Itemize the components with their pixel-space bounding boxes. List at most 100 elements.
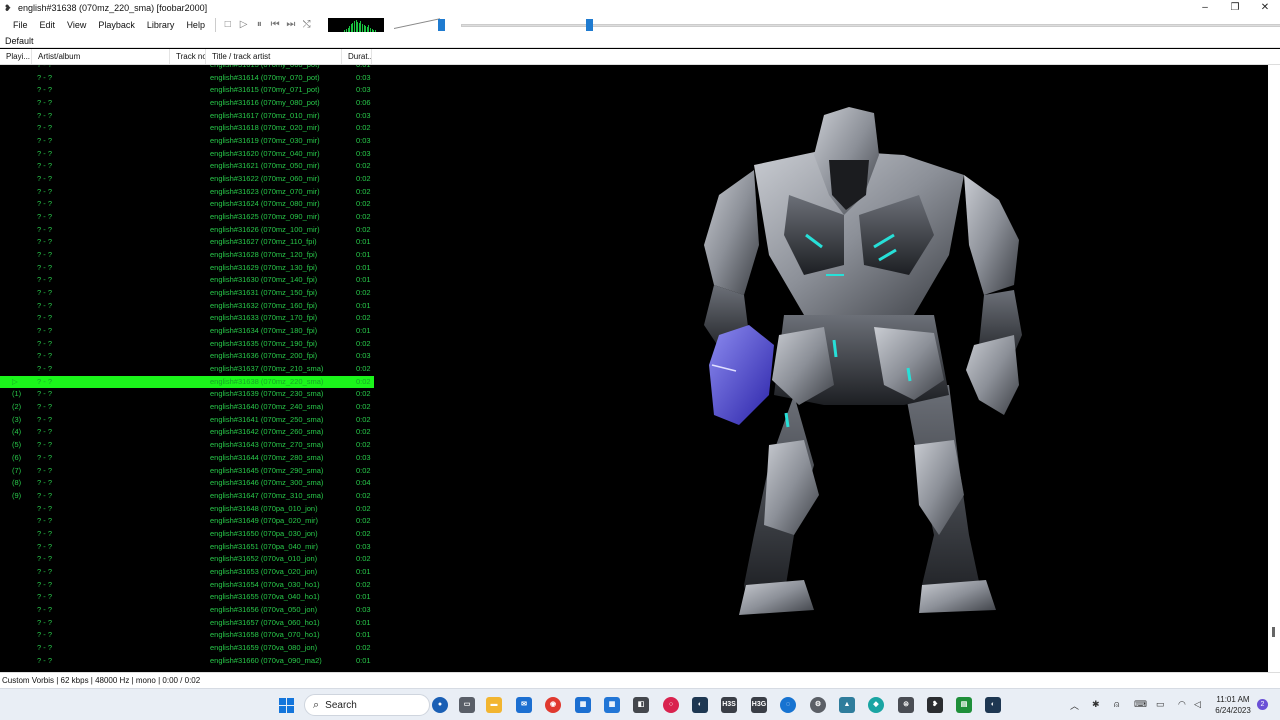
playlist-row-playing[interactable]: ▷ ? - ? english#31638 (070mz_220_sma) 0:02: [0, 375, 374, 389]
playlist-row[interactable]: ? - ? english#31658 (070va_070_ho1) 0:01: [0, 629, 374, 642]
playlist-row[interactable]: ? - ? english#31629 (070mz_130_fpi) 0:01: [0, 262, 374, 275]
random-icon[interactable]: ⤭: [300, 18, 314, 32]
app-icon-4[interactable]: ◆: [868, 697, 884, 713]
windows-start-icon[interactable]: [279, 698, 294, 713]
column-duration[interactable]: Durat...: [342, 49, 372, 64]
playlist-row[interactable]: (5) ? - ? english#31643 (070mz_270_sma) 0:0…: [0, 439, 374, 452]
playlist-row[interactable]: ? - ? english#31616 (070my_080_pot) 0:06: [0, 97, 374, 110]
playlist-row[interactable]: ? - ? english#31620 (070mz_040_mir) 0:03: [0, 148, 374, 161]
volume-thumb[interactable]: [438, 19, 446, 31]
seek-thumb[interactable]: [586, 19, 594, 31]
playlist-row[interactable]: (1) ? - ? english#31639 (070mz_230_sma) 0:0…: [0, 388, 374, 401]
playlist-row[interactable]: ? - ? english#31660 (070va_090_ma2) 0:01: [0, 655, 374, 668]
stop-icon[interactable]: □: [221, 18, 235, 32]
playlist-view[interactable]: ? - ?english#31613 (070my_060_pot)0:01? …: [0, 65, 374, 672]
playlist-row[interactable]: ? - ? english#31621 (070mz_050_mir) 0:02: [0, 160, 374, 173]
playlist-row[interactable]: (2) ? - ? english#31640 (070mz_240_sma) 0:0…: [0, 401, 374, 414]
app-icon-1[interactable]: ◧: [633, 697, 649, 713]
playlist-row[interactable]: ? - ? english#31635 (070mz_190_fpi) 0:02: [0, 338, 374, 351]
menu-view[interactable]: View: [61, 16, 92, 34]
tray-chevron-icon[interactable]: ︿: [1070, 699, 1079, 712]
playlist-row[interactable]: ? - ? english#31652 (070va_010_jon) 0:02: [0, 553, 374, 566]
play-icon[interactable]: ▷: [237, 18, 251, 32]
app-icon[interactable]: ❥: [4, 3, 14, 13]
playlist-row[interactable]: ? - ? english#31634 (070mz_180_fpi) 0:01: [0, 325, 374, 338]
playlist-row[interactable]: (4) ? - ? english#31642 (070mz_260_sma) 0:0…: [0, 426, 374, 439]
playlist-row[interactable]: ? - ? english#31651 (070pa_040_mir) 0:03: [0, 541, 374, 554]
playlist-row[interactable]: ? - ? english#31631 (070mz_150_fpi) 0:02: [0, 287, 374, 300]
playlist-row[interactable]: ? - ? english#31650 (070pa_030_jon) 0:02: [0, 528, 374, 541]
steam-icon[interactable]: ◐: [692, 697, 708, 713]
app-icon-6[interactable]: ▤: [956, 697, 972, 713]
column-track-no[interactable]: Track no: [170, 49, 206, 64]
playlist-row[interactable]: ? - ? english#31636 (070mz_200_fpi) 0:03: [0, 350, 374, 363]
volume-slider[interactable]: [394, 18, 449, 32]
app-icon-5[interactable]: ⊜: [898, 697, 914, 713]
playlist-row[interactable]: ? - ? english#31654 (070va_030_ho1) 0:02: [0, 579, 374, 592]
playlist-row[interactable]: (7) ? - ? english#31645 (070mz_290_sma) 0:0…: [0, 465, 374, 478]
playlist-row[interactable]: ? - ? english#31637 (070mz_210_sma) 0:02: [0, 363, 374, 376]
playlist-row[interactable]: ? - ? english#31627 (070mz_110_fpi) 0:01: [0, 236, 374, 249]
notification-badge[interactable]: 2: [1257, 699, 1268, 710]
edge-icon[interactable]: ◌: [780, 697, 796, 713]
taskbar-clock[interactable]: 11:01 AM 6/24/2023: [1210, 694, 1256, 716]
menu-edit[interactable]: Edit: [34, 16, 62, 34]
playlist-row[interactable]: ? - ? english#31626 (070mz_100_mir) 0:02: [0, 224, 374, 237]
app-icon-3[interactable]: ▲: [839, 697, 855, 713]
display-icon[interactable]: ▭: [1156, 699, 1165, 710]
playlist-row[interactable]: (6) ? - ? english#31644 (070mz_280_sma) 0:0…: [0, 452, 374, 465]
next-icon[interactable]: ⏭: [284, 18, 298, 32]
playlist-row[interactable]: ? - ? english#31653 (070va_020_jon) 0:01: [0, 566, 374, 579]
playlist-row[interactable]: ? - ? english#31649 (070pa_020_mir) 0:02: [0, 515, 374, 528]
playlist-row[interactable]: ? - ? english#31624 (070mz_080_mir) 0:02: [0, 198, 374, 211]
bluetooth-icon[interactable]: ✱: [1092, 699, 1100, 710]
volume-icon[interactable]: ◁: [1194, 699, 1201, 710]
seek-bar[interactable]: [461, 18, 1280, 32]
file-explorer-icon[interactable]: ▬: [486, 697, 502, 713]
widget-icon[interactable]: ●: [432, 697, 448, 713]
playlist-row[interactable]: ? - ? english#31613 (070my_060_pot)0:01: [0, 65, 374, 72]
chrome-icon[interactable]: ◉: [545, 697, 561, 713]
artwork-scrollbar[interactable]: [1268, 65, 1280, 672]
microphone-icon[interactable]: ⍝: [1114, 699, 1119, 710]
playlist-row[interactable]: ? - ? english#31614 (070my_070_pot) 0:03: [0, 72, 374, 85]
menu-file[interactable]: File: [0, 16, 34, 34]
playlist-row[interactable]: ? - ? english#31633 (070mz_170_fpi) 0:02: [0, 312, 374, 325]
playlist-row[interactable]: (3) ? - ? english#31641 (070mz_250_sma) 0:0…: [0, 414, 374, 427]
scroll-grip[interactable]: [1272, 627, 1275, 637]
playlist-row[interactable]: ? - ? english#31617 (070mz_010_mir) 0:03: [0, 110, 374, 123]
playlist-row[interactable]: ? - ? english#31618 (070mz_020_mir) 0:02: [0, 122, 374, 135]
playlist-row[interactable]: ? - ? english#31628 (070mz_120_fpi) 0:01: [0, 249, 374, 262]
playlist-row[interactable]: ? - ? english#31632 (070mz_160_fpi) 0:01: [0, 300, 374, 313]
h3s-icon[interactable]: H3S: [721, 697, 737, 713]
playlist-row[interactable]: ? - ? english#31656 (070va_050_jon) 0:03: [0, 604, 374, 617]
previous-icon[interactable]: ⏮: [268, 18, 282, 32]
restore-button[interactable]: ❐: [1220, 0, 1250, 16]
pause-icon[interactable]: ⏸: [252, 18, 266, 32]
playlist-row[interactable]: (8) ? - ? english#31646 (070mz_300_sma) 0:0…: [0, 477, 374, 490]
playlist-row[interactable]: ? - ? english#31623 (070mz_070_mir) 0:02: [0, 186, 374, 199]
menu-library[interactable]: Library: [141, 16, 181, 34]
minimize-button[interactable]: –: [1190, 0, 1220, 16]
mail-icon[interactable]: ✉: [516, 697, 532, 713]
playlist-row[interactable]: ? - ? english#31630 (070mz_140_fpi) 0:01: [0, 274, 374, 287]
wifi-icon[interactable]: ◠: [1178, 699, 1186, 710]
playlist-row[interactable]: ? - ? english#31619 (070mz_030_mir) 0:03: [0, 135, 374, 148]
playlist-row[interactable]: ? - ? english#31622 (070mz_060_mir) 0:02: [0, 173, 374, 186]
playlist-row[interactable]: ? - ? english#31657 (070va_060_ho1) 0:01: [0, 617, 374, 630]
keyboard-icon[interactable]: ⌨: [1134, 699, 1147, 710]
menu-help[interactable]: Help: [180, 16, 211, 34]
playlist-row[interactable]: ? - ? english#31655 (070va_040_ho1) 0:01: [0, 591, 374, 604]
playlist-row[interactable]: ? - ? english#31648 (070pa_010_jon) 0:02: [0, 503, 374, 516]
close-button[interactable]: ✕: [1250, 0, 1280, 16]
playlist-row[interactable]: ? - ? english#31659 (070va_080_jon) 0:02: [0, 642, 374, 655]
playlist-row[interactable]: ? - ? english#31615 (070my_071_pot) 0:03: [0, 84, 374, 97]
h3g-icon[interactable]: H3G: [751, 697, 767, 713]
menu-playback[interactable]: Playback: [92, 16, 141, 34]
column-artist-album[interactable]: Artist/album: [32, 49, 170, 64]
playlist-tab-default[interactable]: Default: [0, 34, 1280, 48]
calendar-icon[interactable]: ▦: [604, 697, 620, 713]
playlist-row[interactable]: ? - ? english#31625 (070mz_090_mir) 0:02: [0, 211, 374, 224]
taskbar-search[interactable]: ⌕ Search: [304, 694, 430, 716]
app-icon-2[interactable]: ○: [663, 697, 679, 713]
